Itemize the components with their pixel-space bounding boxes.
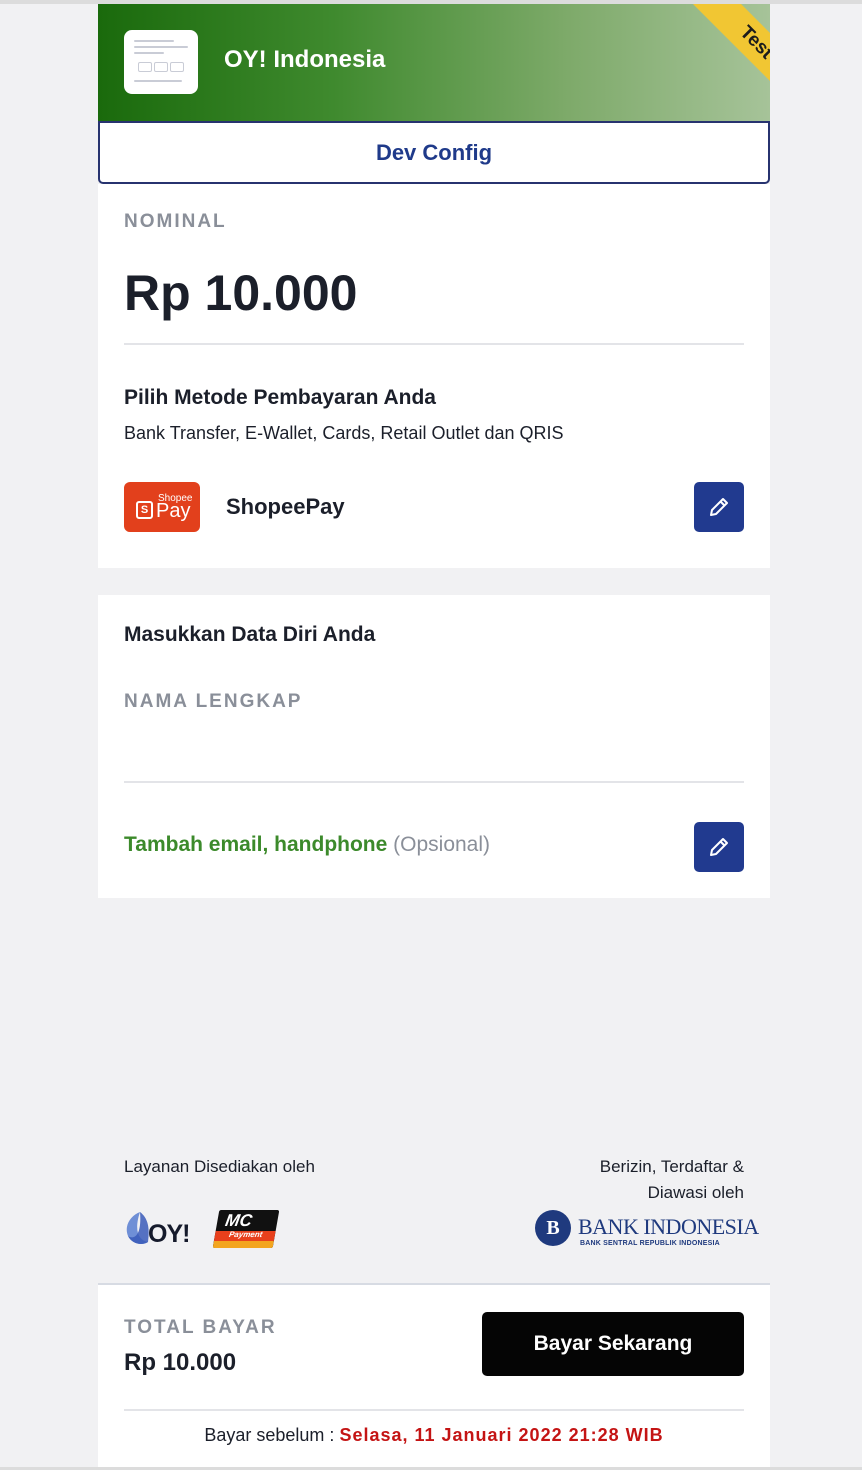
- personal-title: Masukkan Data Diri Anda: [124, 623, 376, 646]
- personal-data-card: Masukkan Data Diri Anda NAMA LENGKAP Tam…: [98, 595, 770, 898]
- nominal-label: NOMINAL: [124, 211, 227, 232]
- pencil-icon: [710, 838, 728, 856]
- full-name-input[interactable]: [124, 725, 744, 775]
- add-contact-label: Tambah email, handphone: [124, 833, 388, 856]
- bank-indonesia-name: BANK INDONESIA: [578, 1214, 759, 1239]
- payment-summary-bar: TOTAL BAYAR Rp 10.000 Bayar Sekarang Bay…: [98, 1283, 770, 1467]
- deadline-date: Selasa, 11 Januari 2022 21:28 WIB: [339, 1425, 664, 1445]
- payment-card: NOMINAL Rp 10.000 Pilih Metode Pembayara…: [98, 184, 770, 568]
- pencil-icon: [710, 498, 728, 516]
- name-underline: [124, 781, 744, 783]
- bank-indonesia-subtitle: BANK SENTRAL REPUBLIK INDONESIA: [580, 1240, 720, 1247]
- shopeepay-logo: S Shopee Pay: [124, 482, 200, 532]
- total-amount: Rp 10.000: [124, 1349, 237, 1376]
- bank-indonesia-seal-icon: B: [535, 1210, 571, 1246]
- divider: [124, 343, 744, 345]
- merchant-header: OY! Indonesia Test: [98, 4, 770, 121]
- add-contact-link[interactable]: Tambah email, handphone (Opsional): [124, 833, 490, 857]
- optional-note: (Opsional): [393, 833, 491, 856]
- deadline-label: Bayar sebelum :: [204, 1425, 335, 1445]
- shopee-logo-pay-text: Pay: [156, 500, 191, 522]
- mc-logo-top: MC: [223, 1211, 254, 1230]
- dev-config-label: Dev Config: [375, 139, 493, 165]
- mc-payment-logo: MC Payment: [212, 1210, 280, 1248]
- total-label: TOTAL BAYAR: [124, 1317, 277, 1338]
- merchant-logo: [124, 30, 198, 94]
- licensed-by-text: Berizin, Terdaftar & Diawasi oleh: [599, 1157, 744, 1202]
- payment-deadline: Bayar sebelum : Selasa, 11 Januari 2022 …: [98, 1425, 770, 1446]
- edit-contact-button[interactable]: [694, 822, 744, 872]
- provided-by-text: Layanan Disediakan oleh: [124, 1157, 315, 1176]
- oy-logo-text: OY!: [148, 1220, 190, 1248]
- nominal-amount: Rp 10.000: [124, 265, 358, 321]
- edit-method-button[interactable]: [694, 482, 744, 532]
- full-name-label: NAMA LENGKAP: [124, 691, 303, 712]
- divider: [124, 1409, 744, 1411]
- test-ribbon: Test: [666, 4, 770, 121]
- selected-method-name: ShopeePay: [226, 494, 345, 519]
- pay-now-label: Bayar Sekarang: [533, 1332, 693, 1355]
- shopee-bag-icon: S: [136, 501, 153, 519]
- method-title: Pilih Metode Pembayaran Anda: [124, 386, 436, 409]
- method-subtitle: Bank Transfer, E-Wallet, Cards, Retail O…: [124, 423, 564, 443]
- dev-config-button[interactable]: Dev Config: [98, 121, 770, 184]
- merchant-name: OY! Indonesia: [224, 46, 386, 73]
- pay-now-button[interactable]: Bayar Sekarang: [482, 1312, 744, 1376]
- mc-logo-bottom: Payment: [228, 1230, 264, 1239]
